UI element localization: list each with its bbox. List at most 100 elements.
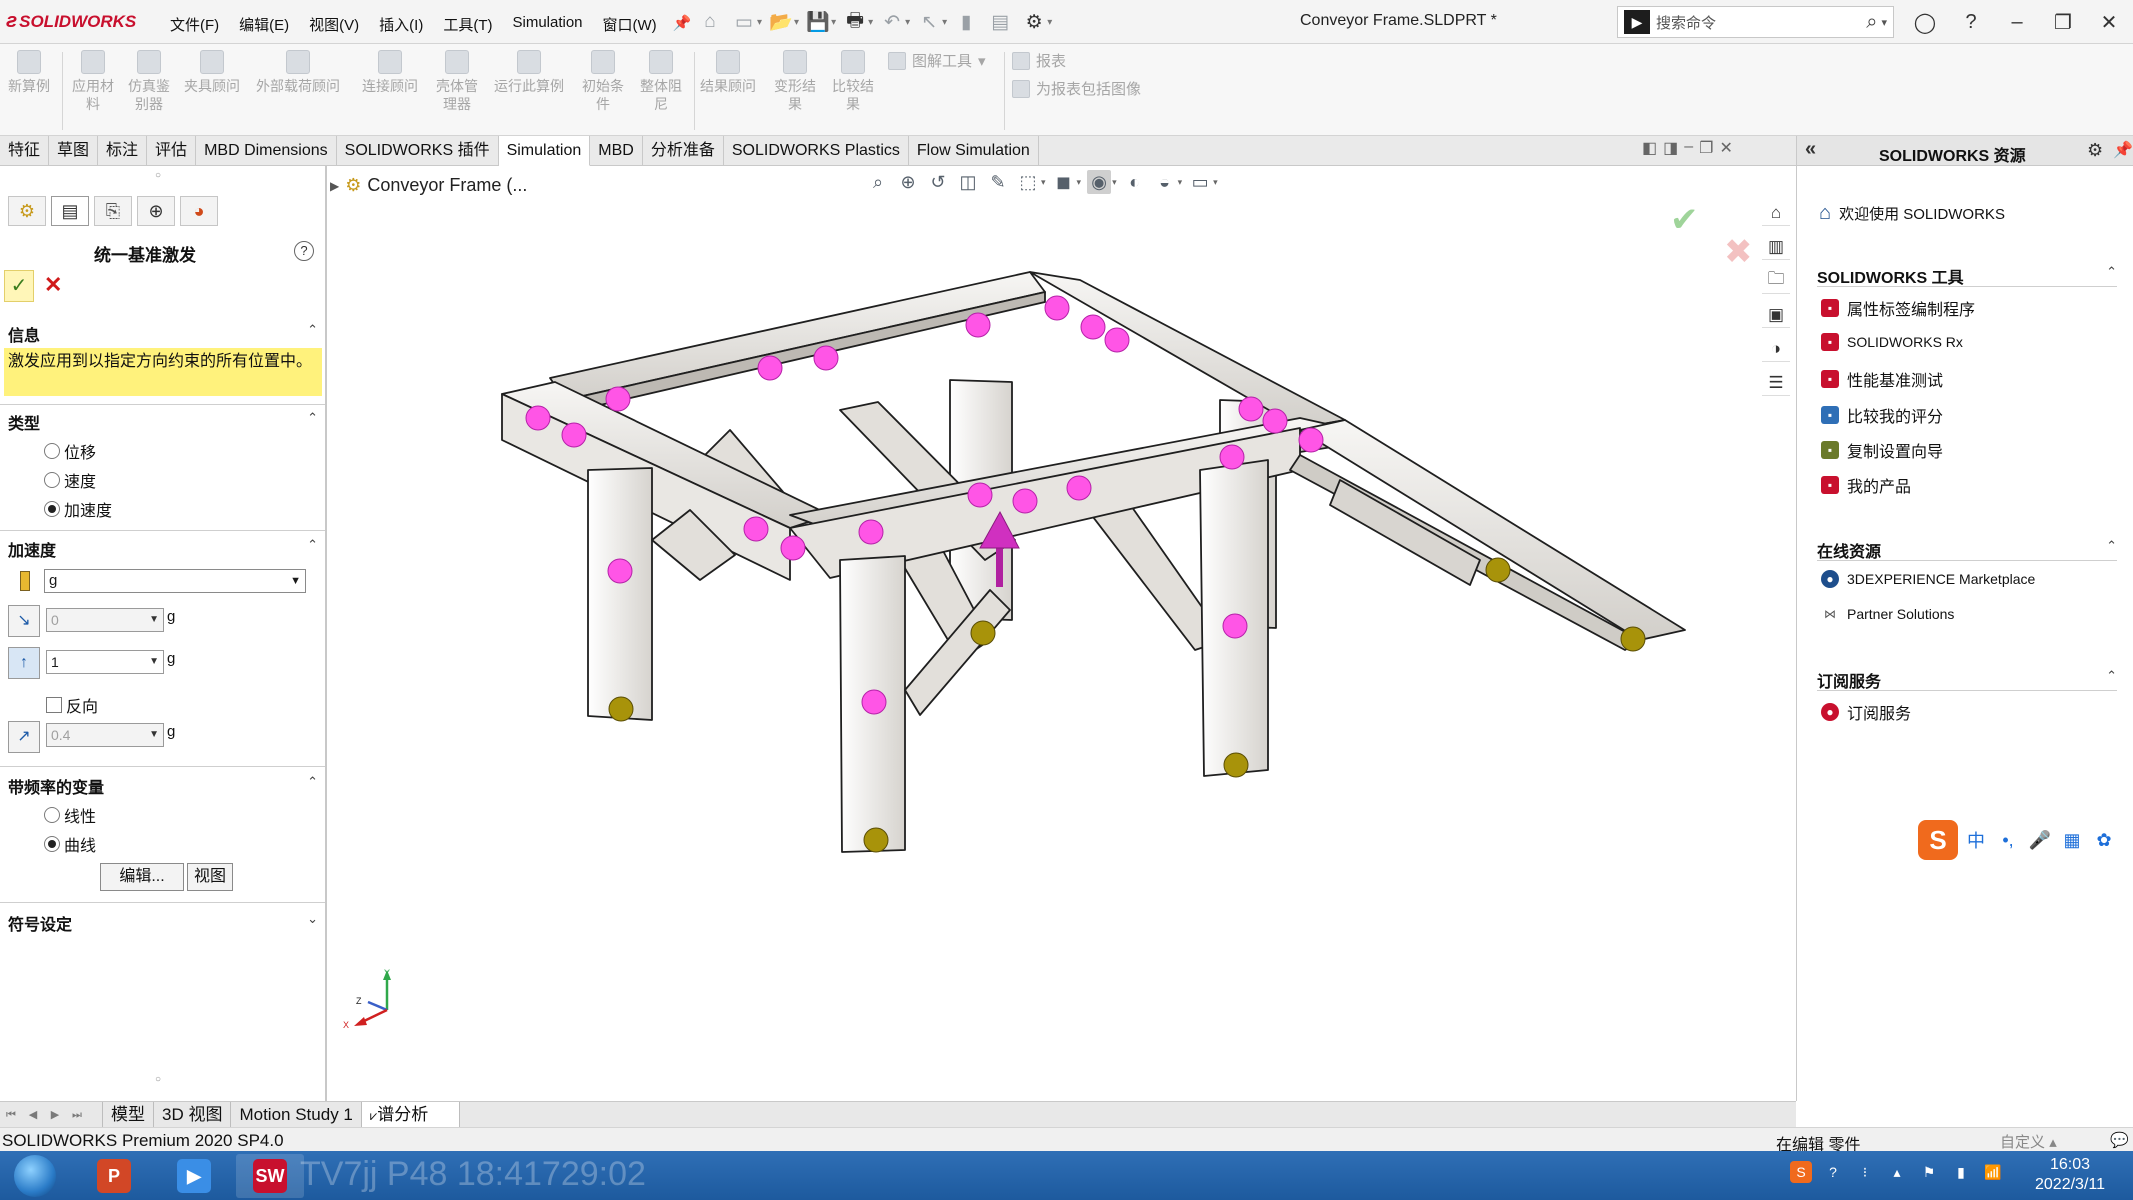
design-library-icon[interactable]: ▥ bbox=[1762, 234, 1790, 260]
edit-curve-button[interactable]: 编辑... bbox=[100, 863, 184, 891]
tab-solidworks-plastics[interactable]: SOLIDWORKS Plastics bbox=[724, 136, 909, 166]
help-tray-icon[interactable]: ? bbox=[1822, 1161, 1844, 1183]
previous-tab-icon[interactable]: ◀ bbox=[22, 1104, 44, 1126]
chevron-down-icon[interactable]: ▾ bbox=[1077, 177, 1082, 188]
simulation-evaluator-button[interactable]: 仿真鉴 别器 bbox=[128, 50, 170, 113]
compare-score-link[interactable]: ▪ 比较我的评分 bbox=[1821, 403, 1943, 427]
section-view-icon[interactable]: ◫ bbox=[956, 170, 980, 194]
collapse-chevron-icon[interactable]: ⌃ bbox=[2106, 668, 2117, 692]
collapse-pane-icon[interactable]: « bbox=[1805, 138, 1816, 161]
select-icon[interactable]: ↖ bbox=[914, 9, 944, 35]
input-method-toolbar[interactable]: S 中 •, 🎤 ▦ ✿ bbox=[1918, 820, 2118, 860]
plot-tools-button[interactable]: 图解工具 ▾ bbox=[888, 50, 986, 71]
first-tab-icon[interactable]: ⏮ bbox=[0, 1104, 22, 1126]
chevron-down-icon[interactable]: ▾ bbox=[1213, 177, 1218, 188]
previous-view-icon[interactable]: ↺ bbox=[926, 170, 950, 194]
home-icon[interactable]: ⌂ bbox=[1762, 200, 1790, 226]
dynamic-annotation-icon[interactable]: ✎ bbox=[986, 170, 1010, 194]
menu-insert[interactable]: 插入(I) bbox=[369, 12, 433, 37]
microphone-icon[interactable]: 🎤 bbox=[2026, 830, 2054, 851]
options-gear-icon[interactable]: ⚙ bbox=[1019, 9, 1049, 35]
results-advisor-button[interactable]: 结果顾问 bbox=[700, 50, 756, 95]
radio-button[interactable] bbox=[44, 443, 60, 459]
run-study-button[interactable]: 运行此算例 bbox=[494, 50, 564, 95]
view-orientation-icon[interactable]: ⬚ bbox=[1016, 170, 1040, 194]
tab-spectrum-analysis[interactable]: ⩗谱分析 bbox=[361, 1101, 460, 1128]
close-button[interactable]: ✕ bbox=[2086, 6, 2132, 38]
direction-3-value-field[interactable]: 0.4 ▼ bbox=[46, 723, 164, 747]
checkbox[interactable] bbox=[46, 697, 62, 713]
tab-model[interactable]: 模型 bbox=[102, 1101, 154, 1128]
acceleration-unit-select[interactable]: g ▼ bbox=[44, 569, 306, 593]
search-dropdown-icon[interactable]: ▾ bbox=[1881, 16, 1887, 29]
tab-flow-simulation[interactable]: Flow Simulation bbox=[909, 136, 1039, 166]
tab-sketch[interactable]: 草图 bbox=[49, 136, 99, 166]
shell-manager-button[interactable]: 壳体管 理器 bbox=[436, 50, 478, 113]
collapse-chevron-icon[interactable]: ⌃ bbox=[307, 774, 318, 798]
media-player-taskbar-button[interactable]: ▶ bbox=[160, 1154, 228, 1198]
compare-results-button[interactable]: 比较结 果 bbox=[832, 50, 874, 113]
copy-settings-wizard-link[interactable]: ▪ 复制设置向导 bbox=[1821, 438, 1943, 462]
tools-section-header[interactable]: SOLIDWORKS 工具 ⌃ bbox=[1817, 264, 2117, 288]
symbol-settings-section-header[interactable]: 符号设定 ⌄ bbox=[8, 911, 320, 935]
report-button[interactable]: 报表 bbox=[1012, 50, 1066, 71]
help-icon[interactable]: ? bbox=[1948, 6, 1994, 38]
file-properties-icon[interactable]: ▤ bbox=[985, 9, 1015, 35]
configuration-manager-tab-icon[interactable]: ⎘ bbox=[94, 196, 132, 226]
tab-simulation[interactable]: Simulation bbox=[498, 136, 591, 166]
solidworks-taskbar-button[interactable]: SW bbox=[236, 1154, 304, 1198]
partner-solutions-link[interactable]: ⋈ Partner Solutions bbox=[1821, 605, 1954, 623]
direction-1-icon[interactable]: ↘ bbox=[8, 605, 40, 637]
print-icon[interactable]: 🖶 bbox=[840, 9, 870, 35]
tab-mbd-dimensions[interactable]: MBD Dimensions bbox=[196, 136, 337, 166]
new-dropdown-icon[interactable]: ▾ bbox=[757, 17, 762, 28]
edit-appearance-icon[interactable]: ◐ bbox=[1123, 170, 1147, 194]
tab-3d-views[interactable]: 3D 视图 bbox=[154, 1101, 232, 1128]
direction-3-icon[interactable]: ↗ bbox=[8, 721, 40, 753]
direction-1-value-field[interactable]: 0 ▼ bbox=[46, 608, 164, 632]
sogou-logo-icon[interactable]: S bbox=[1918, 820, 1958, 860]
custom-properties-icon[interactable]: ☰ bbox=[1762, 370, 1790, 396]
tooltip-toggle-icon[interactable]: 💬 bbox=[2110, 1131, 2129, 1149]
new-study-button[interactable]: 新算例 bbox=[8, 50, 50, 95]
chevron-down-icon[interactable]: ▾ bbox=[1178, 177, 1183, 188]
tab-markup[interactable]: 标注 bbox=[98, 136, 148, 166]
menu-tools[interactable]: 工具(T) bbox=[433, 12, 502, 37]
tab-mbd[interactable]: MBD bbox=[590, 136, 643, 166]
acceleration-section-header[interactable]: 加速度 ⌃ bbox=[8, 537, 320, 561]
search-input[interactable]: 搜索命令 bbox=[1656, 12, 1866, 33]
new-document-icon[interactable]: ▭ bbox=[729, 9, 759, 35]
expand-chevron-icon[interactable]: ⌄ bbox=[307, 911, 318, 935]
property-tab-builder-link[interactable]: ▪ 属性标签编制程序 bbox=[1821, 296, 1975, 320]
undo-dropdown-icon[interactable]: ▾ bbox=[905, 17, 910, 28]
last-tab-icon[interactable]: ⏭ bbox=[66, 1104, 88, 1126]
display-manager-tab-icon[interactable]: ◕ bbox=[180, 196, 218, 226]
search-icon[interactable]: ⌕ bbox=[1866, 11, 1877, 34]
punctuation-icon[interactable]: •, bbox=[1994, 830, 2022, 851]
expand-arrow-icon[interactable]: ▶ bbox=[330, 179, 339, 193]
subscription-section-header[interactable]: 订阅服务 ⌃ bbox=[1817, 668, 2117, 692]
powerpoint-taskbar-button[interactable]: P bbox=[80, 1154, 148, 1198]
select-dropdown-icon[interactable]: ▾ bbox=[942, 17, 947, 28]
open-icon[interactable]: 📂 bbox=[766, 9, 796, 35]
radio-button[interactable] bbox=[44, 807, 60, 823]
confirm-ok-icon[interactable]: ✔ bbox=[1670, 200, 1699, 240]
conveyor-frame-model[interactable] bbox=[329, 166, 1796, 1101]
file-explorer-icon[interactable]: 🗀 bbox=[1762, 268, 1790, 294]
pin-menu-icon[interactable]: 📌 bbox=[667, 12, 698, 37]
connections-advisor-button[interactable]: 连接顾问 bbox=[362, 50, 418, 95]
view-palette-icon[interactable]: ▣ bbox=[1762, 302, 1790, 328]
display-style-icon[interactable]: ◼ bbox=[1052, 170, 1076, 194]
panel-resize-grip-icon[interactable]: ○ bbox=[155, 1074, 161, 1085]
3dexperience-marketplace-link[interactable]: ● 3DEXPERIENCE Marketplace bbox=[1821, 570, 2035, 588]
user-account-icon[interactable]: ◯ bbox=[1902, 6, 1948, 38]
tab-analysis-preparation[interactable]: 分析准备 bbox=[643, 136, 724, 166]
radio-displacement[interactable]: 位移 bbox=[44, 439, 96, 463]
confirm-cancel-icon[interactable]: ✖ bbox=[1724, 232, 1753, 272]
system-clock[interactable]: 16:03 2022/3/11 bbox=[2020, 1155, 2120, 1195]
apply-scene-icon[interactable]: ◒ bbox=[1153, 170, 1177, 194]
tab-features[interactable]: 特征 bbox=[0, 136, 50, 166]
ime-tray-icon[interactable]: S bbox=[1790, 1161, 1812, 1183]
menu-file[interactable]: 文件(F) bbox=[160, 12, 229, 37]
welcome-link[interactable]: ⌂ 欢迎使用 SOLIDWORKS bbox=[1819, 202, 2005, 225]
